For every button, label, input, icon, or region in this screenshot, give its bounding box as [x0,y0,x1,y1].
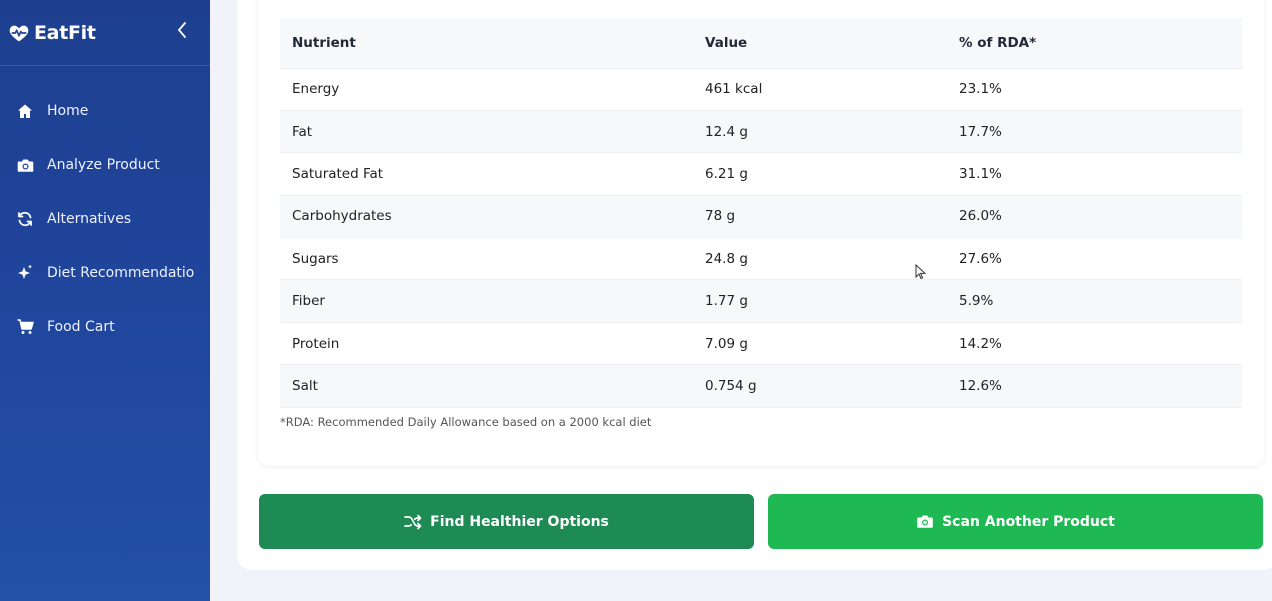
table-row: Carbohydrates 78 g 26.0% [280,195,1242,239]
rda-cell: 26.0% [947,195,1242,239]
nutrient-cell: Saturated Fat [280,152,693,196]
sidebar-item-food-cart[interactable]: Food Cart [0,300,210,354]
nutrient-cell: Fiber [280,279,693,323]
table-row: Protein 7.09 g 14.2% [280,322,1242,366]
value-cell: 24.8 g [693,237,947,281]
sidebar-item-label: Diet Recommendatio [47,265,195,281]
sidebar-item-home[interactable]: Home [0,84,210,138]
sidebar-item-alternatives[interactable]: Alternatives [0,192,210,246]
find-healthier-options-button[interactable]: Find Healthier Options [259,494,754,549]
column-header-value: Value [693,18,947,69]
cart-icon [16,318,34,336]
rda-cell: 14.2% [947,322,1242,366]
value-cell: 0.754 g [693,364,947,408]
value-cell: 1.77 g [693,279,947,323]
sidebar-item-diet-recommendations[interactable]: Diet Recommendatio [0,246,210,300]
rda-cell: 31.1% [947,152,1242,196]
table-row: Sugars 24.8 g 27.6% [280,237,1242,281]
value-cell: 7.09 g [693,322,947,366]
rda-cell: 23.1% [947,68,1242,111]
mouse-cursor-icon [915,263,927,284]
home-icon [16,102,34,120]
refresh-icon [16,210,34,228]
rda-cell: 12.6% [947,364,1242,408]
sidebar-nav: Home Analyze Product Alternatives Diet R… [0,66,210,354]
camera-icon [16,156,34,174]
table-row: Fiber 1.77 g 5.9% [280,279,1242,323]
nutrient-cell: Carbohydrates [280,195,693,239]
value-cell: 12.4 g [693,110,947,154]
column-header-rda: % of RDA* [947,18,1242,69]
heart-pulse-icon [8,22,30,44]
rda-cell: 5.9% [947,279,1242,323]
chevron-left-icon [177,22,186,38]
table-row: Fat 12.4 g 17.7% [280,110,1242,154]
nutrition-table: Nutrient Value % of RDA* Energy 461 kcal… [280,18,1242,408]
brand-header: EatFit [0,0,210,66]
nutrition-table-wrapper: Nutrient Value % of RDA* Energy 461 kcal… [280,18,1242,408]
app-name: EatFit [34,21,96,44]
scan-another-product-label: Scan Another Product [942,513,1115,530]
sidebar-item-label: Home [47,103,89,119]
table-row: Salt 0.754 g 12.6% [280,364,1242,408]
table-row: Energy 461 kcal 23.1% [280,68,1242,111]
nutrient-cell: Energy [280,68,693,111]
nutrient-cell: Sugars [280,237,693,281]
table-row: Saturated Fat 6.21 g 31.1% [280,152,1242,196]
sidebar-item-label: Analyze Product [47,157,160,173]
collapse-sidebar-button[interactable] [172,18,192,42]
column-header-nutrient: Nutrient [280,18,693,69]
value-cell: 461 kcal [693,68,947,111]
table-header-row: Nutrient Value % of RDA* [280,18,1242,69]
sidebar-item-label: Alternatives [47,211,132,227]
nutrient-cell: Fat [280,110,693,154]
value-cell: 78 g [693,195,947,239]
shuffle-icon [404,514,422,530]
sidebar-item-analyze-product[interactable]: Analyze Product [0,138,210,192]
sparkles-icon [16,264,34,282]
scan-another-product-button[interactable]: Scan Another Product [768,494,1263,549]
nutrient-cell: Salt [280,364,693,408]
sidebar: EatFit Home Analyze Product Alternatives [0,0,210,601]
rda-cell: 17.7% [947,110,1242,154]
camera-icon [916,514,934,529]
rda-footnote: *RDA: Recommended Daily Allowance based … [280,415,652,429]
rda-cell: 27.6% [947,237,1242,281]
value-cell: 6.21 g [693,152,947,196]
nutrient-cell: Protein [280,322,693,366]
find-healthier-options-label: Find Healthier Options [430,513,609,530]
sidebar-item-label: Food Cart [47,319,115,335]
